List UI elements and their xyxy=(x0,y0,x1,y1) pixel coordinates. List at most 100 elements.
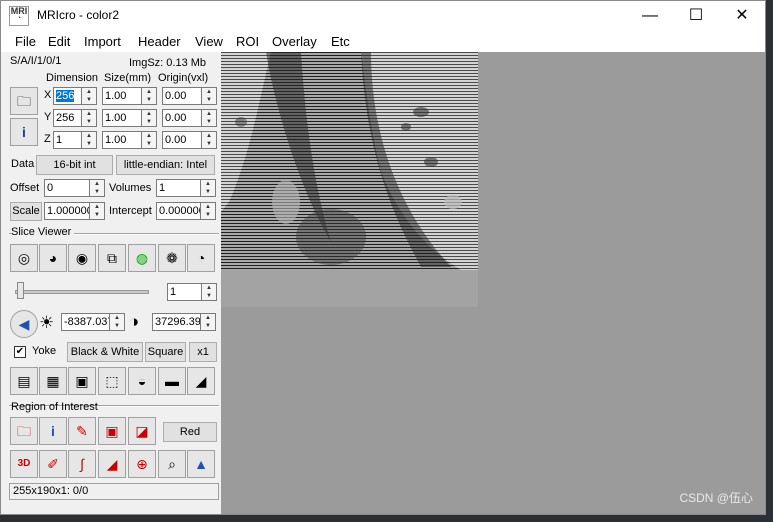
histogram-icon[interactable]: ◢ xyxy=(187,367,215,395)
offset-label: Offset xyxy=(10,182,40,194)
max-intensity-field[interactable]: 37296.39 xyxy=(152,313,201,331)
roi-cone-icon[interactable]: ▲ xyxy=(187,450,215,478)
menu-import[interactable]: Import xyxy=(84,34,121,49)
roi-open-icon[interactable]: 🗀 xyxy=(10,417,38,445)
dimension-column-label: Dimension xyxy=(46,72,98,84)
x-origin-spinner[interactable]: ▲ ▼ xyxy=(202,87,217,105)
y-dimension-spinner[interactable]: ▲ ▼ xyxy=(82,109,97,127)
orientation-label: S/A/I/1/0/1 xyxy=(10,55,62,67)
maximize-button[interactable]: ☐ xyxy=(673,1,719,32)
endian-button[interactable]: little-endian: Intel xyxy=(116,155,215,175)
menu-view[interactable]: View xyxy=(195,34,223,49)
colorbar-icon[interactable]: ▬ xyxy=(158,367,186,395)
z-size-spinner[interactable]: ▲ ▼ xyxy=(142,131,157,149)
open-image-icon[interactable]: 🗀 xyxy=(10,87,38,115)
intercept-field[interactable]: 0.000000 xyxy=(156,202,201,220)
render-3d-roi-icon[interactable]: 3D xyxy=(10,450,38,478)
slice-slider-thumb[interactable] xyxy=(17,282,24,299)
yoke-checkbox[interactable]: ✔ xyxy=(14,346,26,358)
roi-line-icon[interactable]: ✐ xyxy=(39,450,67,478)
offset-field[interactable]: 0 xyxy=(44,179,90,197)
z-dimension-spinner[interactable]: ▲ ▼ xyxy=(82,131,97,149)
mri-slice-drawing xyxy=(221,52,478,307)
brain-side-icon[interactable]: ◔ xyxy=(187,244,215,272)
render-3d-icon[interactable]: ⬚ xyxy=(98,367,126,395)
menu-header[interactable]: Header xyxy=(138,34,181,49)
z-axis-label: Z xyxy=(44,133,51,145)
x-size-field[interactable]: 1.00 xyxy=(102,87,142,105)
slice-viewer-label: Slice Viewer xyxy=(11,226,75,238)
roi-pen-icon[interactable]: ✎ xyxy=(68,417,96,445)
y-origin-spinner[interactable]: ▲ ▼ xyxy=(202,109,217,127)
scale-spinner[interactable]: ▲ ▼ xyxy=(90,202,105,220)
overlay-red-icon[interactable]: ▦ xyxy=(39,367,67,395)
menu-overlay[interactable]: Overlay xyxy=(272,34,317,49)
volumes-spinner[interactable]: ▲ ▼ xyxy=(201,179,216,197)
image-size-label: ImgSz: 0.13 Mb xyxy=(129,57,207,69)
image-viewer[interactable]: CSDN @伍心 xyxy=(221,52,765,514)
max-intensity-spinner[interactable]: ▲ ▼ xyxy=(201,313,216,331)
offset-spinner[interactable]: ▲ ▼ xyxy=(90,179,105,197)
slice-slider-track[interactable] xyxy=(15,290,149,294)
axial-view-icon[interactable]: ◎ xyxy=(10,244,38,272)
color-scheme-button[interactable]: Black & White xyxy=(67,342,143,362)
volumes-field[interactable]: 1 xyxy=(156,179,201,197)
x-size-spinner[interactable]: ▲ ▼ xyxy=(142,87,157,105)
z-size-field[interactable]: 1.00 xyxy=(102,131,142,149)
menu-edit[interactable]: Edit xyxy=(48,34,70,49)
sagittal-view-icon[interactable]: ◕ xyxy=(39,244,67,272)
roi-color-button[interactable]: Red xyxy=(163,422,217,442)
title-bar: MRI ◔ MRIcro - color2 — ☐ ✕ xyxy=(1,1,765,32)
roi-draw-icon[interactable]: ∫ xyxy=(68,450,96,478)
roi-info-icon[interactable]: i xyxy=(39,417,67,445)
roi-rect-icon[interactable]: ⊕ xyxy=(128,450,156,478)
overlay-blue-icon[interactable]: ▣ xyxy=(68,367,96,395)
data-type-button[interactable]: 16-bit int xyxy=(36,155,113,175)
min-intensity-field[interactable]: -8387.037 xyxy=(61,313,110,331)
magnifier-icon[interactable]: ⌕ xyxy=(158,450,186,478)
x-origin-field[interactable]: 0.00 xyxy=(162,87,202,105)
menu-file[interactable]: File xyxy=(15,34,36,49)
roi-save-icon[interactable]: ▣ xyxy=(98,417,126,445)
x-dimension-spinner[interactable]: ▲ ▼ xyxy=(82,87,97,105)
multi-view-icon[interactable]: ⧉ xyxy=(98,244,126,272)
z-origin-spinner[interactable]: ▲ ▼ xyxy=(202,131,217,149)
zoom-button[interactable]: x1 xyxy=(189,342,217,362)
menu-roi[interactable]: ROI xyxy=(236,34,259,49)
x-dimension-field[interactable]: 256 xyxy=(53,87,82,105)
scale-button[interactable]: Scale xyxy=(10,202,42,221)
oblique-view-icon[interactable]: ◍ xyxy=(128,244,156,272)
render-brain-icon[interactable]: ◒ xyxy=(128,367,156,395)
x-axis-label: X xyxy=(44,89,52,101)
data-label: Data xyxy=(11,158,35,170)
origin-column-label: Origin(vxl) xyxy=(158,72,209,84)
roi-label: Region of Interest xyxy=(11,401,98,413)
roi-erase-icon[interactable]: ◢ xyxy=(98,450,126,478)
brain-top-icon[interactable]: ❁ xyxy=(158,244,186,272)
info-icon[interactable]: i xyxy=(10,118,38,146)
back-arrow-icon[interactable]: ◀ xyxy=(10,310,38,338)
y-dimension-field[interactable]: 256 xyxy=(53,109,82,127)
close-button[interactable]: ✕ xyxy=(719,1,765,32)
menu-bar: File Edit Import Header View ROI Overlay… xyxy=(1,32,765,52)
slice-number-spinner[interactable]: ▲ ▼ xyxy=(202,283,217,301)
brightness-icon: ☀ xyxy=(39,313,55,332)
y-axis-label: Y xyxy=(44,111,52,123)
slice-number-field[interactable]: 1 xyxy=(167,283,202,301)
yoke-label: Yoke xyxy=(32,345,57,357)
roi-fill-icon[interactable]: ◪ xyxy=(128,417,156,445)
mri-slice-image[interactable] xyxy=(221,52,478,307)
y-origin-field[interactable]: 0.00 xyxy=(162,109,202,127)
y-size-field[interactable]: 1.00 xyxy=(102,109,142,127)
y-size-spinner[interactable]: ▲ ▼ xyxy=(142,109,157,127)
min-intensity-spinner[interactable]: ▲ ▼ xyxy=(110,313,125,331)
coronal-view-icon[interactable]: ◉ xyxy=(68,244,96,272)
overlay-icon[interactable]: ▤ xyxy=(10,367,38,395)
aspect-button[interactable]: Square xyxy=(145,342,186,362)
minimize-button[interactable]: — xyxy=(627,1,673,32)
intercept-spinner[interactable]: ▲ ▼ xyxy=(201,202,216,220)
z-dimension-field[interactable]: 1 xyxy=(53,131,82,149)
z-origin-field[interactable]: 0.00 xyxy=(162,131,202,149)
menu-etc[interactable]: Etc xyxy=(331,34,350,49)
scale-field[interactable]: 1.000000 xyxy=(44,202,90,220)
